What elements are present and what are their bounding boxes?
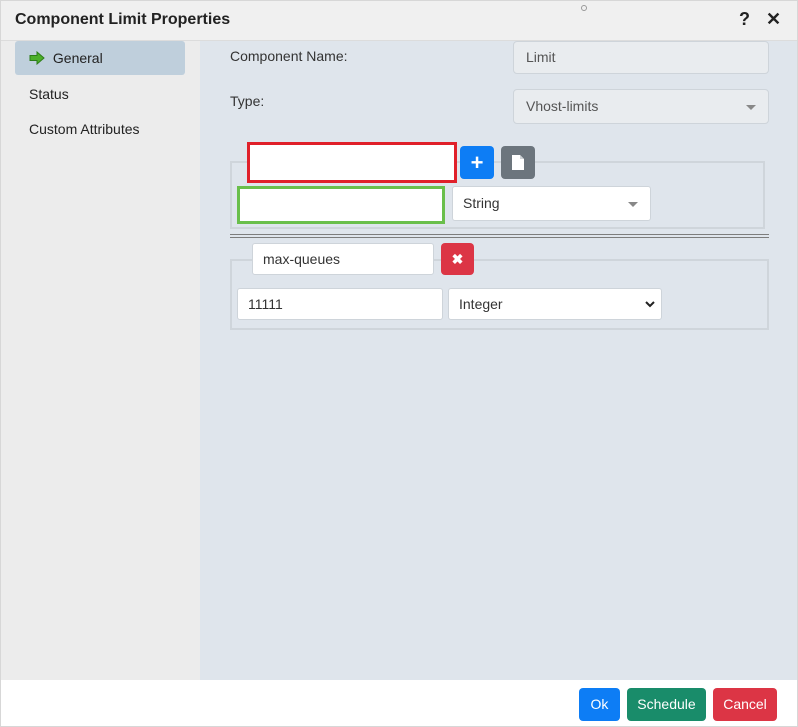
attribute-name-input[interactable]: max-queues	[252, 243, 434, 275]
type-select-value: Vhost-limits	[526, 98, 599, 114]
sidebar-item-label: General	[52, 50, 103, 66]
title-bar[interactable]: Component Limit Properties ? ✕	[1, 1, 797, 41]
ok-button[interactable]: Ok	[579, 688, 620, 721]
add-attribute-button[interactable]: +	[460, 146, 494, 179]
document-icon	[512, 155, 524, 170]
chevron-down-icon	[645, 301, 655, 308]
sidebar-item-status[interactable]: Status	[15, 77, 185, 111]
attribute-value-input[interactable]: 11111	[237, 288, 443, 320]
dialog-title: Component Limit Properties	[15, 11, 231, 28]
sidebar-item-label: Status	[29, 86, 69, 102]
cancel-button[interactable]: Cancel	[713, 688, 777, 721]
new-attribute-type-select[interactable]: String	[452, 186, 651, 221]
dialog-footer: Ok Schedule Cancel	[1, 680, 797, 726]
drag-handle-icon[interactable]	[581, 5, 587, 11]
remove-icon: ✖	[451, 251, 464, 267]
section-divider	[230, 234, 769, 238]
new-attribute-name-input[interactable]	[247, 142, 457, 183]
help-button[interactable]: ?	[739, 9, 750, 30]
content-panel	[200, 41, 797, 680]
chevron-down-icon	[746, 105, 756, 110]
document-button[interactable]	[501, 146, 535, 179]
type-label: Type:	[230, 93, 265, 109]
chevron-down-icon	[628, 202, 638, 207]
attribute-type-value: Integer	[459, 296, 503, 312]
new-attribute-type-value: String	[463, 195, 500, 211]
new-attribute-value-input[interactable]	[237, 186, 445, 224]
sidebar: General Status Custom Attributes	[1, 41, 200, 680]
sidebar-item-label: Custom Attributes	[29, 121, 140, 137]
arrow-right-icon	[29, 50, 45, 65]
sidebar-item-custom-attributes[interactable]: Custom Attributes	[15, 112, 185, 146]
schedule-button[interactable]: Schedule	[627, 688, 706, 721]
remove-attribute-button[interactable]: ✖	[441, 243, 474, 275]
component-name-field: Limit	[513, 41, 769, 74]
type-select[interactable]: Vhost-limits	[513, 89, 769, 124]
close-button[interactable]: ✕	[766, 9, 781, 30]
component-name-label: Component Name:	[230, 48, 348, 64]
sidebar-item-general[interactable]: General	[15, 41, 185, 75]
component-limit-properties-dialog: Component Limit Properties ? ✕ General S…	[0, 0, 798, 727]
plus-icon: +	[470, 150, 484, 175]
attribute-type-select[interactable]: Integer	[448, 288, 662, 320]
